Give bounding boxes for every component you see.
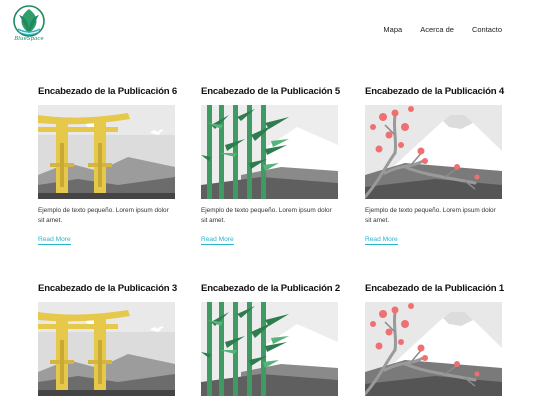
logo-text: BlueSpace (14, 36, 44, 42)
post-image[interactable] (38, 105, 175, 199)
post-image[interactable] (38, 302, 175, 396)
post-title[interactable]: Encabezado de la Publicación 1 (365, 283, 504, 297)
post-excerpt: Ejemplo de texto pequeño. Lorem ipsum do… (365, 207, 496, 224)
post-image[interactable] (201, 302, 338, 396)
post-card: Encabezado de la Publicación 2 (201, 283, 340, 396)
post-title[interactable]: Encabezado de la Publicación 4 (365, 86, 504, 100)
read-more-link[interactable]: Read More (38, 236, 71, 245)
main-nav: Mapa Acerca de Contacto (383, 25, 502, 34)
post-image[interactable] (365, 105, 502, 199)
read-more-link[interactable]: Read More (365, 236, 398, 245)
post-image[interactable] (201, 105, 338, 199)
post-image[interactable] (365, 302, 502, 396)
read-more-link[interactable]: Read More (201, 236, 234, 245)
post-title[interactable]: Encabezado de la Publicación 3 (38, 283, 177, 297)
post-excerpt: Ejemplo de texto pequeño. Lorem ipsum do… (38, 207, 169, 224)
post-title[interactable]: Encabezado de la Publicación 5 (201, 86, 340, 100)
site-header: BlueSpace Mapa Acerca de Contacto (0, 0, 540, 60)
post-card: Encabezado de la Publicación 1 (365, 283, 504, 396)
nav-item-contacto[interactable]: Contacto (472, 25, 502, 34)
post-card: Encabezado de la Publicación 6 Ejemplo d… (38, 86, 177, 245)
nav-item-mapa[interactable]: Mapa (383, 25, 402, 34)
post-card: Encabezado de la Publicación 5 Ejemplo d… (201, 86, 340, 245)
post-card: Encabezado de la Publicación 4 Ejemplo d… (365, 86, 504, 245)
post-title[interactable]: Encabezado de la Publicación 2 (201, 283, 340, 297)
post-excerpt: Ejemplo de texto pequeño. Lorem ipsum do… (201, 207, 332, 224)
nav-item-acerca-de[interactable]: Acerca de (420, 25, 454, 34)
post-card: Encabezado de la Publicación 3 (38, 283, 177, 396)
post-title[interactable]: Encabezado de la Publicación 6 (38, 86, 177, 100)
